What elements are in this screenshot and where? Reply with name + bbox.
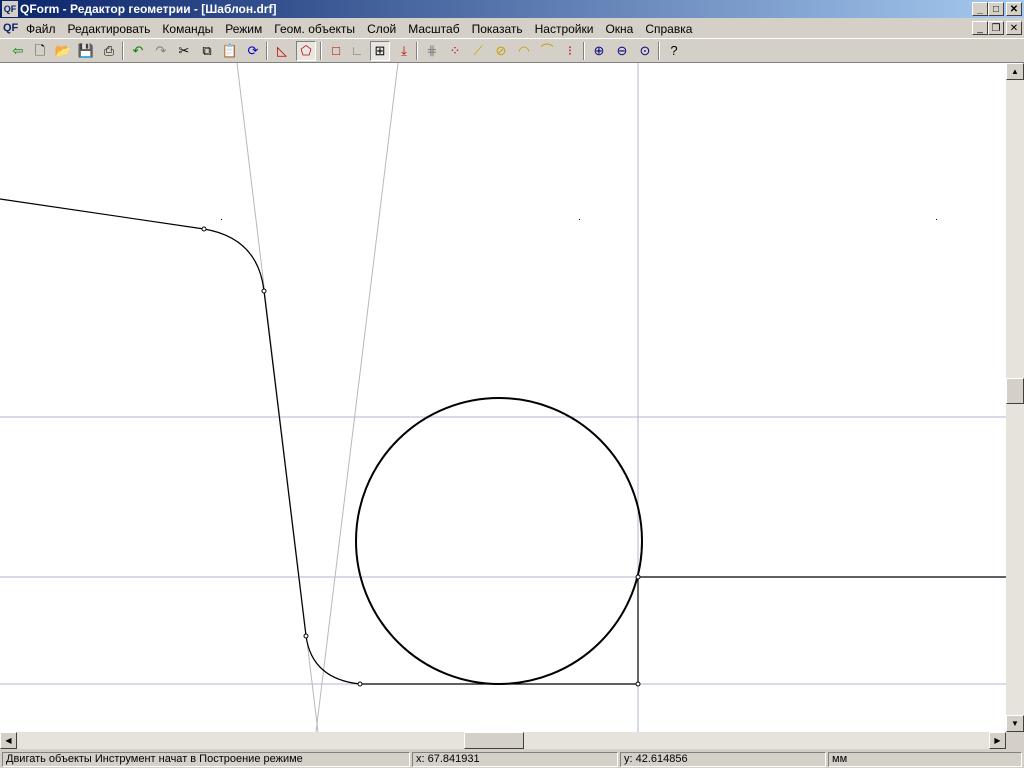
- menu-geom-objects[interactable]: Геом. объекты: [268, 21, 361, 37]
- doc-minimize-button[interactable]: _: [972, 21, 988, 35]
- app-logo-icon[interactable]: QF: [2, 1, 18, 17]
- refresh-icon[interactable]: ⟳: [243, 41, 263, 61]
- scroll-right-button[interactable]: ▶: [989, 732, 1006, 749]
- arc-icon[interactable]: ◠: [514, 41, 534, 61]
- grid-dot: [221, 219, 222, 220]
- menu-mode[interactable]: Режим: [219, 21, 268, 37]
- maximize-button[interactable]: □: [988, 2, 1004, 16]
- trim-icon[interactable]: ⋕: [422, 41, 442, 61]
- tangent-icon[interactable]: ⁝: [560, 41, 580, 61]
- rectangle-icon[interactable]: □: [326, 41, 346, 61]
- grid-dot: [579, 219, 580, 220]
- menu-edit[interactable]: Редактировать: [62, 21, 157, 37]
- drawing-canvas[interactable]: [0, 63, 1006, 732]
- menu-file[interactable]: Файл: [20, 21, 62, 37]
- print-icon[interactable]: ⎙: [99, 41, 119, 61]
- copy-icon[interactable]: ⧉: [197, 41, 217, 61]
- menu-show[interactable]: Показать: [466, 21, 529, 37]
- close-button[interactable]: ✕: [1006, 2, 1022, 16]
- redo-icon[interactable]: ↷: [151, 41, 171, 61]
- vertical-scrollbar[interactable]: ▲ ▼: [1006, 63, 1024, 732]
- toolbar-separator: [416, 42, 418, 60]
- cut-icon[interactable]: ✂: [174, 41, 194, 61]
- polyline-icon[interactable]: ◺: [272, 41, 292, 61]
- vertex-point: [635, 681, 641, 687]
- window-title: QForm - Редактор геометрии - [Шаблон.drf…: [20, 2, 277, 16]
- doc-restore-button[interactable]: ❐: [988, 21, 1004, 35]
- document-icon[interactable]: QF: [3, 20, 19, 36]
- vertex-point: [303, 633, 309, 639]
- title-bar: QF QForm - Редактор геометрии - [Шаблон.…: [0, 0, 1024, 18]
- shape-icon[interactable]: ⬠: [296, 41, 316, 61]
- doc-close-button[interactable]: ✕: [1006, 21, 1022, 35]
- vertical-scroll-thumb[interactable]: [1006, 378, 1024, 405]
- vertex-point: [261, 288, 267, 294]
- toolbar: ⇦ 🗋 📂 💾 ⎙ ↶ ↷ ✂ ⧉ 📋 ⟳ ◺ ⬠ □ ∟ ⊞ ⤓ ⋕ ⁘ ⟋ ⊘ ◠ ⌒ ⁝ ⊕ ⊖ ⊙?: [0, 38, 1024, 63]
- scroll-corner: [1006, 732, 1024, 749]
- points-icon[interactable]: ⁘: [445, 41, 465, 61]
- undo-icon[interactable]: ↶: [128, 41, 148, 61]
- scroll-down-button[interactable]: ▼: [1006, 715, 1024, 732]
- scroll-left-button[interactable]: ◀: [0, 732, 17, 749]
- status-bar: Двигать объекты Инструмент начат в Постр…: [0, 750, 1024, 768]
- menu-layer[interactable]: Слой: [361, 21, 402, 37]
- circle-object: [355, 397, 643, 685]
- vertex-point: [357, 681, 363, 687]
- toolbar-separator: [658, 42, 660, 60]
- geometry-view[interactable]: [0, 63, 1006, 732]
- vertex-point: [635, 574, 641, 580]
- horizontal-scrollbar[interactable]: ◀ ▶: [0, 732, 1006, 749]
- menu-commands[interactable]: Команды: [156, 21, 219, 37]
- zoom-in-icon[interactable]: ⊕: [589, 41, 609, 61]
- help-icon[interactable]: ?: [664, 41, 684, 61]
- zoom-out-icon[interactable]: ⊖: [612, 41, 632, 61]
- delete-icon[interactable]: ⤓: [394, 41, 414, 61]
- scroll-up-button[interactable]: ▲: [1006, 63, 1024, 80]
- menu-windows[interactable]: Окна: [599, 21, 639, 37]
- move-objects-icon[interactable]: ⊞: [370, 41, 390, 61]
- toolbar-separator: [583, 42, 585, 60]
- vertex-point: [201, 226, 207, 232]
- horizontal-scroll-thumb[interactable]: [463, 732, 524, 749]
- menu-help[interactable]: Справка: [639, 21, 698, 37]
- new-file-icon[interactable]: 🗋: [30, 41, 50, 61]
- status-units: мм: [828, 752, 1022, 767]
- menu-bar: QF Файл Редактировать Команды Режим Геом…: [0, 18, 1024, 38]
- toolbar-separator: [122, 42, 124, 60]
- menu-settings[interactable]: Настройки: [529, 21, 600, 37]
- status-y-coordinate: y: 42.614856: [620, 752, 826, 767]
- construction-line: [315, 63, 399, 732]
- minimize-button[interactable]: _: [972, 2, 988, 16]
- circle-icon[interactable]: ⊘: [491, 41, 511, 61]
- corner-icon[interactable]: ∟: [347, 41, 367, 61]
- save-icon[interactable]: 💾: [76, 41, 96, 61]
- menu-scale[interactable]: Масштаб: [402, 21, 465, 37]
- grid-dot: [936, 219, 937, 220]
- zoom-fit-icon[interactable]: ⊙: [635, 41, 655, 61]
- status-x-coordinate: x: 67.841931: [412, 752, 618, 767]
- toolbar-separator: [320, 42, 322, 60]
- fillet-icon[interactable]: ⌒: [537, 41, 557, 61]
- line-icon[interactable]: ⟋: [468, 41, 488, 61]
- toolbar-separator: [266, 42, 268, 60]
- exit-icon[interactable]: ⇦: [8, 41, 28, 61]
- status-message: Двигать объекты Инструмент начат в Постр…: [2, 752, 410, 767]
- profile-contour: [0, 198, 1006, 685]
- paste-icon[interactable]: 📋: [220, 41, 240, 61]
- open-icon[interactable]: 📂: [53, 41, 73, 61]
